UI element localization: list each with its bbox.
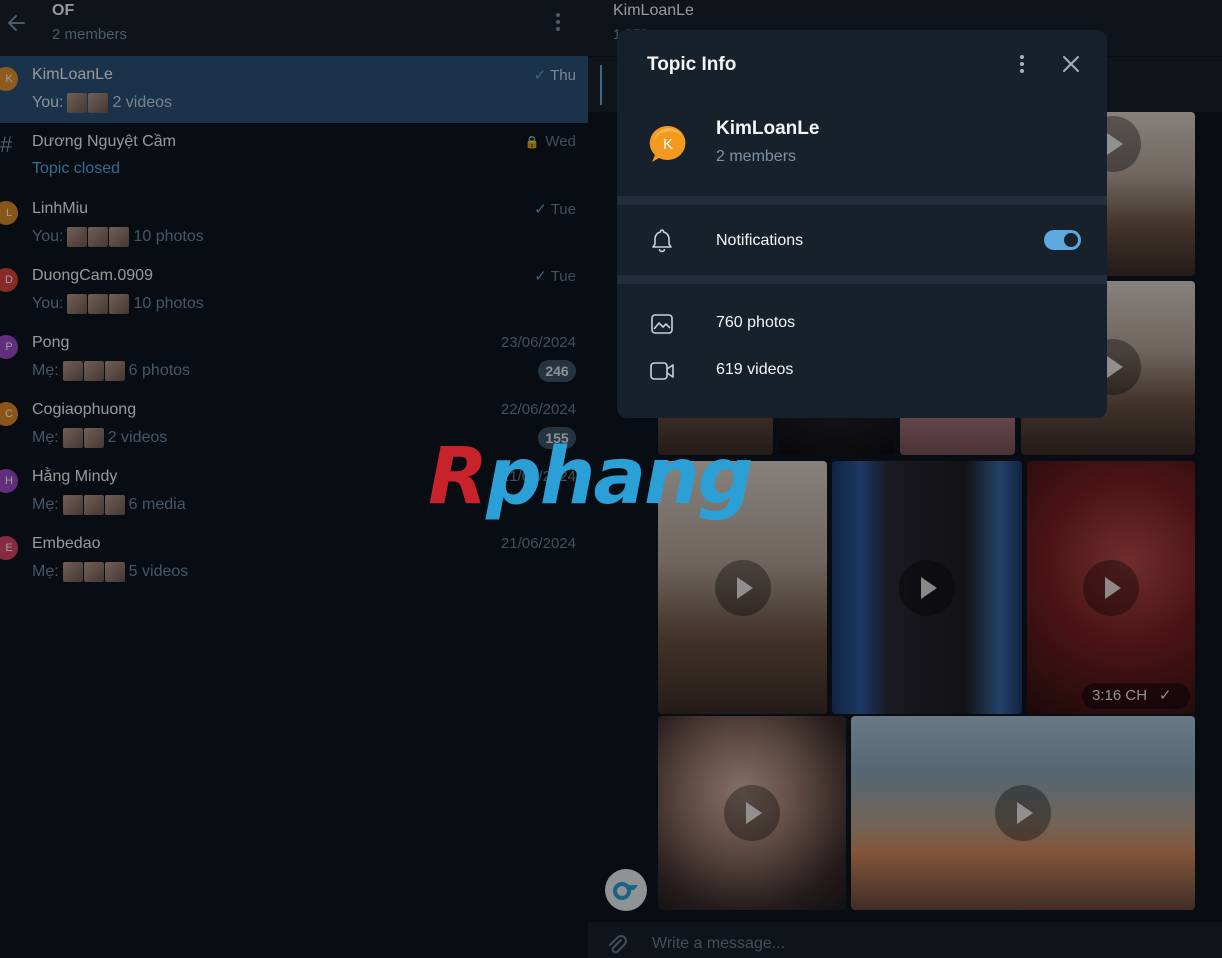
watermark-logo: Rphang [428, 432, 753, 522]
photos-count[interactable]: 760 photos [716, 314, 795, 332]
divider [617, 275, 1107, 284]
topic-bubble-icon: K [649, 125, 686, 162]
video-camera-icon [650, 362, 674, 380]
videos-count[interactable]: 619 videos [716, 361, 793, 379]
topic-members: 2 members [716, 148, 797, 165]
topic-name: KimLoanLe [716, 118, 820, 139]
notifications-toggle[interactable] [1044, 230, 1081, 250]
topic-letter: K [663, 136, 673, 153]
close-icon[interactable] [1059, 52, 1083, 76]
more-menu-icon[interactable] [1013, 52, 1031, 80]
photo-icon [651, 314, 673, 334]
dialog-title: Topic Info [647, 54, 737, 75]
topic-info-dialog: Topic Info K KimLoanLe 2 members Notific… [617, 30, 1107, 418]
bell-icon [652, 229, 672, 253]
divider [617, 196, 1107, 205]
notifications-label: Notifications [716, 232, 804, 249]
